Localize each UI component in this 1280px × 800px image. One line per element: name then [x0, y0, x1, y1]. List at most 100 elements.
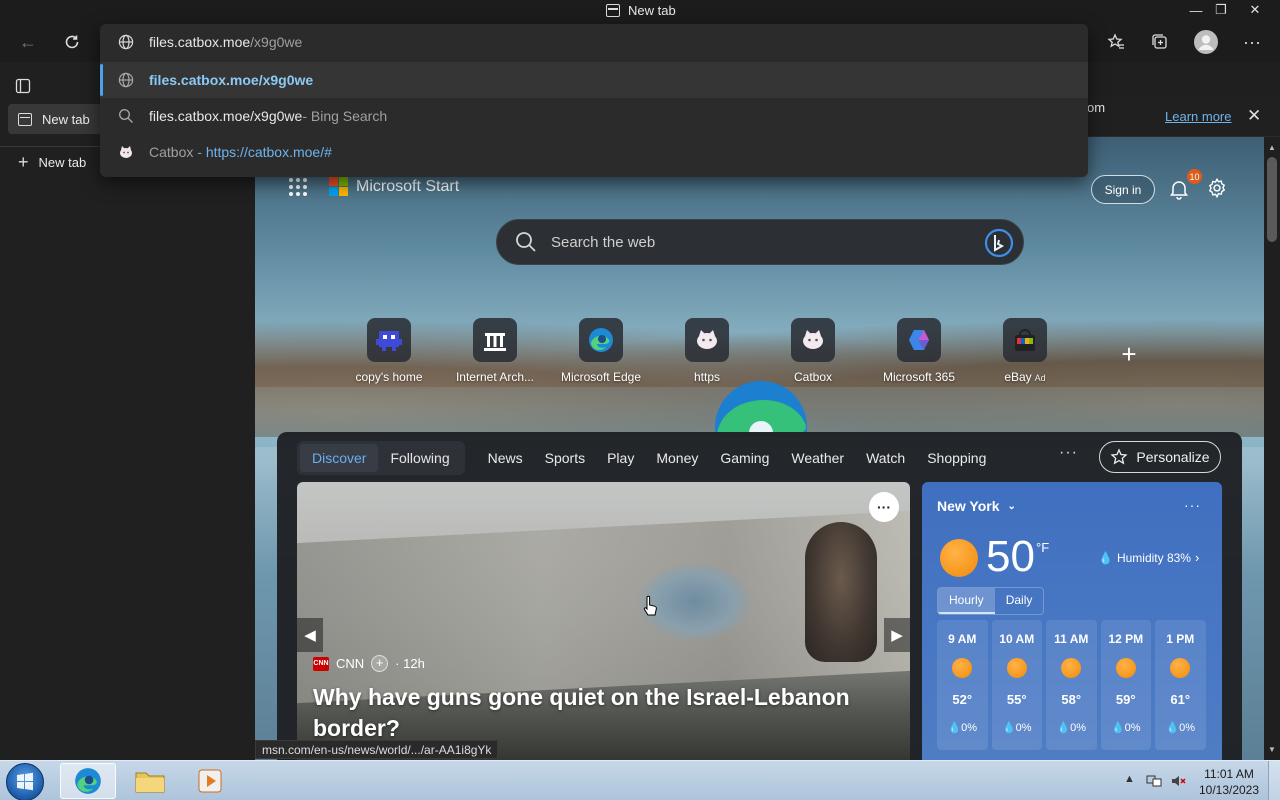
story-headline[interactable]: Why have guns gone quiet on the Israel-L… — [313, 682, 893, 744]
catbox-cat-icon — [120, 146, 132, 158]
sign-in-button[interactable]: Sign in — [1091, 175, 1155, 204]
collections-button[interactable] — [1144, 26, 1176, 58]
sunny-icon — [940, 539, 978, 577]
back-button[interactable]: ← — [12, 26, 44, 58]
nav-gaming[interactable]: Gaming — [709, 450, 780, 466]
follow-source-button[interactable]: + — [371, 655, 389, 672]
status-url: msn.com/en-us/news/world/.../ar-AA1i8gYk — [255, 740, 499, 759]
scroll-up-arrow[interactable]: ▲ — [1268, 143, 1276, 152]
tab-actions-button[interactable] — [6, 70, 40, 102]
gear-icon[interactable] — [1206, 177, 1228, 199]
page-scrollbar[interactable]: ▲ ▼ — [1264, 137, 1280, 760]
weather-card[interactable]: New York ⌄ ··· 50 °F 💧 Humidity 83% › Ho… — [922, 482, 1222, 760]
tile-catbox[interactable]: Catbox — [760, 318, 866, 384]
refresh-button[interactable] — [56, 26, 88, 58]
profile-button[interactable] — [1190, 26, 1222, 58]
weather-location[interactable]: New York ⌄ — [937, 498, 1016, 514]
web-search-box[interactable]: Search the web — [496, 219, 1024, 265]
droplet-icon: 💧 — [1110, 722, 1125, 734]
show-hidden-icons-arrow[interactable]: ▲ — [1124, 773, 1140, 789]
tile-label: copy's home — [355, 370, 423, 384]
start-button[interactable] — [6, 763, 44, 800]
close-info-bar-button[interactable]: ✕ — [1247, 106, 1261, 126]
window-title: New tab — [606, 3, 676, 18]
clock-date: 10/13/2023 — [1198, 783, 1260, 797]
tile-label: Microsoft 365 — [882, 370, 956, 384]
more-nav-button[interactable]: ··· — [1059, 444, 1078, 462]
globe-icon — [118, 72, 134, 88]
tab-following[interactable]: Following — [378, 444, 461, 472]
forecast-hour: 11 AM 58° 💧0% — [1046, 620, 1097, 750]
tab-discover[interactable]: Discover — [300, 444, 379, 472]
suggestion-text: Catbox — [149, 144, 194, 160]
collections-icon — [1152, 34, 1167, 49]
taskbar-explorer[interactable] — [122, 763, 178, 799]
personalize-button[interactable]: Personalize — [1099, 441, 1221, 473]
tile-label: Internet Arch... — [455, 370, 535, 384]
tile-label-text: eBay — [1004, 370, 1032, 384]
nav-news[interactable]: News — [477, 450, 534, 466]
nav-play[interactable]: Play — [596, 450, 645, 466]
chevron-down-icon: ⌄ — [1007, 500, 1016, 512]
shopping-bag-icon — [1015, 329, 1035, 351]
address-input[interactable]: files.catbox.moe/x9g0we — [100, 24, 1088, 60]
humidity[interactable]: 💧 Humidity 83% › — [1098, 550, 1199, 565]
tile-microsoft-365[interactable]: Microsoft 365 — [866, 318, 972, 384]
nav-shopping[interactable]: Shopping — [916, 450, 997, 466]
taskbar-edge[interactable] — [60, 763, 116, 799]
tab-daily[interactable]: Daily — [995, 588, 1044, 614]
suggestion-bing-search[interactable]: files.catbox.moe/x9g0we - Bing Search — [100, 98, 1088, 134]
suggestion-text: files.catbox.moe/x9g0we — [149, 72, 314, 88]
nav-money[interactable]: Money — [645, 450, 709, 466]
tile-microsoft-edge[interactable]: Microsoft Edge — [548, 318, 654, 384]
add-shortcut-button[interactable]: + — [1117, 341, 1141, 367]
learn-more-link[interactable]: Learn more — [1165, 109, 1231, 124]
sunny-icon — [952, 658, 973, 678]
chevron-right-icon: › — [1194, 550, 1200, 565]
hour-precip-value: 0% — [961, 722, 978, 734]
apps-launcher-icon[interactable] — [289, 177, 307, 196]
hero-story-card[interactable]: ··· ◀ ▶ CNN CNN + · 12h Why have guns go… — [297, 482, 910, 760]
globe-icon — [118, 34, 134, 50]
favorites-button[interactable] — [1100, 26, 1132, 58]
tile-copys-home[interactable]: copy's home — [336, 318, 442, 384]
nav-sports[interactable]: Sports — [534, 450, 596, 466]
forecast-hour: 10 AM 55° 💧0% — [991, 620, 1042, 750]
forecast-tabs: Hourly Daily — [937, 587, 1045, 615]
brand-name[interactable]: Microsoft Start — [356, 178, 459, 196]
tile-label: Microsoft Edge — [560, 370, 642, 384]
close-window-button[interactable]: ✕ — [1240, 0, 1270, 20]
tab-actions-icon — [15, 78, 31, 94]
search-icon — [516, 232, 536, 252]
scrollbar-thumb[interactable] — [1267, 157, 1277, 242]
settings-more-button[interactable]: ··· — [1236, 26, 1268, 58]
suggestion-text: files.catbox.moe/x9g0we — [149, 108, 303, 124]
hour-precip: 💧0% — [1155, 721, 1206, 734]
show-desktop-button[interactable] — [1268, 761, 1280, 800]
volume-muted-icon[interactable] — [1170, 773, 1186, 789]
story-options-button[interactable]: ··· — [869, 492, 899, 522]
forecast-hour: 1 PM 61° 💧0% — [1155, 620, 1206, 750]
weather-options-button[interactable]: ··· — [1184, 497, 1201, 513]
taskbar-media-player[interactable] — [182, 763, 238, 799]
bing-chat-icon[interactable] — [983, 227, 1015, 259]
tile-internet-archive[interactable]: Internet Arch... — [442, 318, 548, 384]
restore-button[interactable]: ❐ — [1206, 0, 1236, 20]
system-clock[interactable]: 11:01 AM 10/13/2023 — [1196, 766, 1262, 798]
nav-watch[interactable]: Watch — [855, 450, 916, 466]
nav-weather[interactable]: Weather — [780, 450, 855, 466]
refresh-icon — [65, 35, 79, 49]
tab-hourly[interactable]: Hourly — [938, 588, 995, 614]
avatar-icon — [1194, 30, 1218, 54]
tile-ebay[interactable]: eBay Ad — [972, 318, 1078, 384]
previous-story-button[interactable]: ◀ — [297, 618, 323, 652]
hour-precip: 💧0% — [1101, 721, 1152, 734]
tile-https[interactable]: https — [654, 318, 760, 384]
network-icon[interactable] — [1146, 773, 1162, 789]
catbox-cat-icon — [803, 330, 823, 349]
next-story-button[interactable]: ▶ — [884, 618, 910, 652]
suggestion-url[interactable]: files.catbox.moe/x9g0we — [100, 62, 1088, 98]
scroll-down-arrow[interactable]: ▼ — [1268, 745, 1276, 754]
suggestion-catbox-site[interactable]: Catbox - https://catbox.moe/# — [100, 134, 1088, 170]
edge-icon — [75, 768, 101, 794]
